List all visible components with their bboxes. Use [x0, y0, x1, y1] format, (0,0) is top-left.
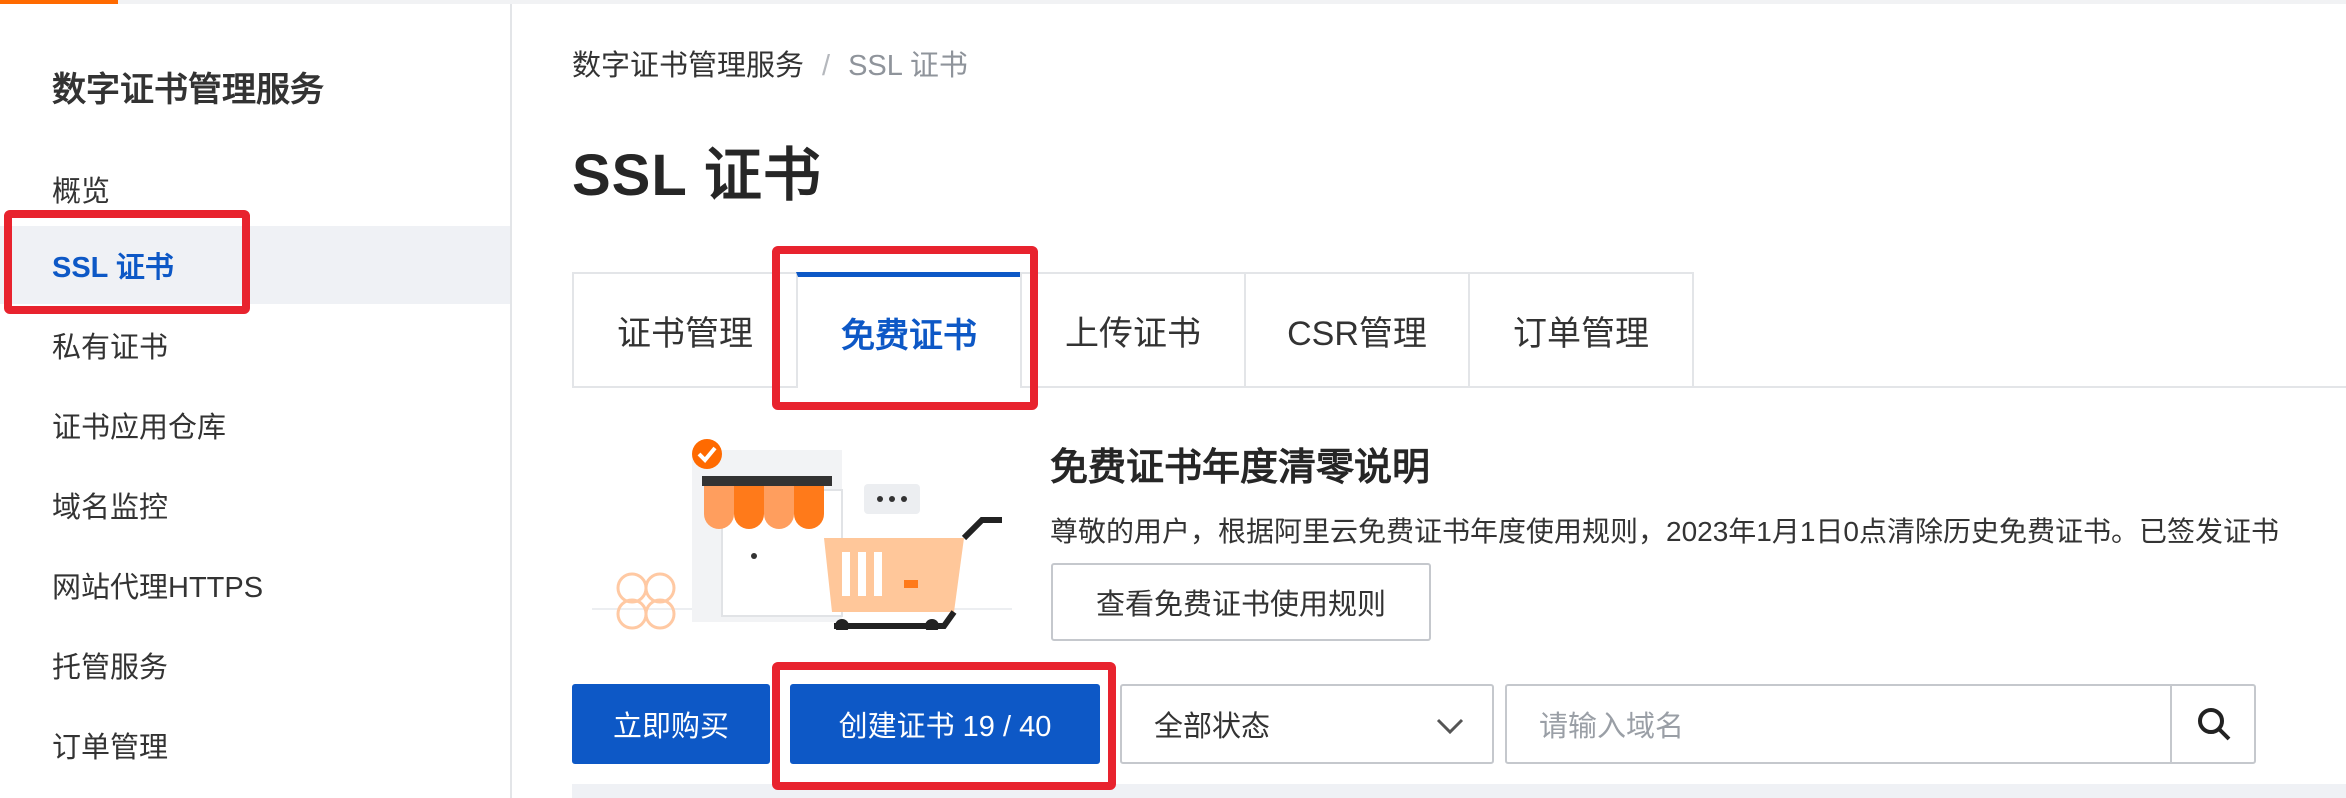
sidebar-item-label: 订单管理	[52, 732, 169, 764]
status-select-value: 全部状态	[1154, 711, 1271, 743]
sidebar-item-label: SSL 证书	[52, 252, 174, 284]
sidebar-item-label: 托管服务	[52, 652, 169, 684]
tab-label: 订单管理	[1513, 314, 1649, 353]
sidebar-item-certificate-repository[interactable]: 证书应用仓库	[0, 386, 510, 464]
search-placeholder: 请输入域名	[1539, 711, 1685, 743]
sidebar-item-label: 证书应用仓库	[52, 412, 227, 444]
view-free-certificate-rules-button[interactable]: 查看免费证书使用规则	[1051, 563, 1431, 641]
breadcrumb-separator: /	[822, 50, 831, 82]
domain-search-input[interactable]: 请输入域名	[1505, 684, 2172, 764]
status-select[interactable]: 全部状态	[1120, 684, 1494, 764]
tab-label: 免费证书	[841, 317, 977, 355]
check-badge-icon	[692, 439, 722, 469]
sidebar-item-overview[interactable]: 概览	[0, 150, 510, 228]
tab-label: 证书管理	[617, 314, 753, 353]
shopping-cart-icon	[824, 517, 1002, 630]
tab-bar: 证书管理 免费证书 上传证书 CSR管理 订单管理	[572, 272, 2346, 390]
sidebar-item-label: 域名监控	[52, 492, 169, 524]
sidebar-item-label: 概览	[52, 176, 111, 208]
tab-upload-certificate[interactable]: 上传证书	[1020, 272, 1246, 386]
tab-csr-management[interactable]: CSR管理	[1244, 272, 1470, 386]
notice-text: 尊敬的用户，根据阿里云免费证书年度使用规则，2023年1月1日0点清除历史免费证…	[1050, 516, 2280, 547]
tab-label: 上传证书	[1065, 314, 1201, 353]
sidebar-item-private-certificate[interactable]: 私有证书	[0, 306, 510, 384]
tab-free-certificate[interactable]: 免费证书	[796, 272, 1022, 390]
sidebar: 数字证书管理服务 概览 SSL 证书 私有证书 证书应用仓库 域名监控 网站代理…	[0, 4, 512, 798]
sidebar-title: 数字证书管理服务	[52, 71, 324, 109]
sidebar-item-order-management[interactable]: 订单管理	[0, 706, 510, 784]
breadcrumb-root-link[interactable]: 数字证书管理服务	[572, 50, 804, 82]
table-header	[572, 784, 2346, 798]
breadcrumb: 数字证书管理服务 / SSL 证书	[572, 42, 968, 84]
sidebar-item-label: 私有证书	[52, 332, 169, 364]
tab-order-management[interactable]: 订单管理	[1468, 272, 1694, 386]
search-icon	[2198, 708, 2231, 741]
notice-title: 免费证书年度清零说明	[1050, 447, 1431, 489]
sidebar-item-label: 网站代理HTTPS	[52, 572, 264, 604]
sidebar-item-ssl-certificate[interactable]: SSL 证书	[0, 226, 510, 304]
chevron-down-icon	[1436, 718, 1464, 735]
tab-label: CSR管理	[1287, 314, 1427, 353]
breadcrumb-current: SSL 证书	[848, 50, 968, 82]
tab-certificate-management[interactable]: 证书管理	[572, 272, 798, 386]
sidebar-item-website-proxy-https[interactable]: 网站代理HTTPS	[0, 546, 510, 624]
buy-now-button[interactable]: 立即购买	[572, 684, 770, 764]
page-title: SSL 证书	[572, 143, 822, 208]
free-certificate-illustration	[592, 439, 1012, 630]
create-certificate-button[interactable]: 创建证书 19 / 40	[790, 684, 1100, 764]
sidebar-item-domain-monitor[interactable]: 域名监控	[0, 466, 510, 544]
sidebar-item-hosting-service[interactable]: 托管服务	[0, 626, 510, 704]
search-button[interactable]	[2170, 684, 2256, 764]
